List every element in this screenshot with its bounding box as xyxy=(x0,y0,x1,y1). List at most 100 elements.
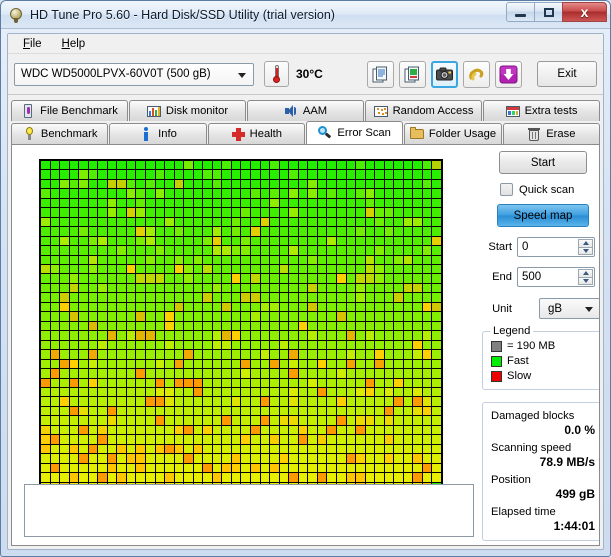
block-map-cell xyxy=(260,444,270,454)
block-map-cell xyxy=(356,350,365,359)
block-map-cell xyxy=(260,340,270,350)
block-map-cell xyxy=(422,359,432,369)
block-map-cell xyxy=(50,274,60,283)
block-map-cell xyxy=(270,302,279,312)
block-map-cell xyxy=(126,189,136,198)
close-button[interactable]: x xyxy=(562,2,607,22)
block-map-cell xyxy=(260,170,270,179)
block-map-cell xyxy=(422,425,432,435)
tab-folder-usage[interactable]: Folder Usage xyxy=(404,123,502,144)
end-spinner[interactable]: 500 xyxy=(517,267,595,287)
block-map-cell xyxy=(193,444,203,454)
log-output-box[interactable] xyxy=(24,484,474,537)
block-map-cell xyxy=(203,170,212,179)
block-map-cell xyxy=(346,274,356,283)
block-map-cell xyxy=(203,387,212,397)
block-map-cell xyxy=(375,435,384,444)
tab-info[interactable]: Info xyxy=(109,123,207,144)
menu-item-file[interactable]: File xyxy=(13,36,52,52)
block-map-cell xyxy=(308,208,317,217)
tab-error-scan[interactable]: Error Scan xyxy=(305,121,404,144)
tab-erase[interactable]: Erase xyxy=(502,123,600,144)
copy-image-icon[interactable] xyxy=(399,60,426,88)
block-map-cell xyxy=(289,444,298,454)
start-spinner-buttons[interactable] xyxy=(578,239,593,255)
block-map-cell xyxy=(136,246,146,255)
block-map-cell xyxy=(146,435,155,444)
start-spinner[interactable]: 0 xyxy=(517,237,595,257)
exit-button[interactable]: Exit xyxy=(537,61,597,87)
block-map-cell xyxy=(356,369,365,378)
block-map-cell xyxy=(203,236,212,246)
restore-button[interactable] xyxy=(534,2,563,22)
block-map-cell xyxy=(155,217,165,227)
tab-benchmark[interactable]: Benchmark xyxy=(11,123,109,144)
tab-file-benchmark[interactable]: File Benchmark xyxy=(11,100,128,121)
block-map-cell xyxy=(126,359,136,369)
menu-item-help[interactable]: Help xyxy=(52,36,96,52)
thermometer-icon xyxy=(273,65,280,83)
copy-text-icon[interactable] xyxy=(367,60,394,88)
block-map-cell xyxy=(336,179,346,189)
drive-select[interactable]: WDC WD5000LPVX-60V0T (500 gB) xyxy=(14,62,254,86)
tab-aam[interactable]: AAM xyxy=(247,100,364,121)
block-map-cell xyxy=(222,274,231,283)
spin-down-icon[interactable] xyxy=(578,276,593,285)
block-map-cell xyxy=(394,369,403,378)
block-map-cell xyxy=(136,416,146,425)
speed-map-button[interactable]: Speed map xyxy=(497,204,589,227)
block-map-cell xyxy=(298,406,308,416)
block-map-cell xyxy=(403,463,413,473)
block-map-cell xyxy=(432,454,441,463)
tab-random-access[interactable]: Random Access xyxy=(365,100,482,121)
tab-label: Folder Usage xyxy=(428,128,497,140)
block-map-cell xyxy=(88,444,98,454)
block-map-cell xyxy=(222,378,231,387)
quick-scan-checkbox[interactable]: Quick scan xyxy=(500,183,599,196)
block-map-cell xyxy=(403,265,413,274)
screenshot-camera-icon[interactable] xyxy=(431,60,458,88)
clipboard-pin-icon[interactable] xyxy=(463,60,490,88)
unit-select[interactable]: gB xyxy=(539,298,599,319)
block-map-cell xyxy=(413,312,422,321)
block-map-cell xyxy=(432,236,441,246)
block-map-cell xyxy=(317,208,327,217)
block-map-grid[interactable] xyxy=(39,159,443,493)
block-map-cell xyxy=(336,435,346,444)
block-map-cell xyxy=(155,359,165,369)
start-scan-label: Start xyxy=(530,156,556,169)
block-map-cell xyxy=(222,321,231,331)
block-map-cell xyxy=(231,425,241,435)
block-map-cell xyxy=(403,198,413,208)
end-spinner-buttons[interactable] xyxy=(578,269,593,285)
block-map-cell xyxy=(356,236,365,246)
block-map-cell xyxy=(193,473,203,482)
minimize-button[interactable] xyxy=(506,2,535,22)
block-map-cell xyxy=(69,416,79,425)
block-map-cell xyxy=(98,397,107,406)
block-map-cell xyxy=(260,246,270,255)
block-map-cell xyxy=(136,189,146,198)
block-map-cell xyxy=(384,161,394,170)
tab-disk-monitor[interactable]: Disk monitor xyxy=(129,100,246,121)
block-map-cell xyxy=(231,293,241,302)
block-map-cell xyxy=(126,321,136,331)
start-scan-button[interactable]: Start xyxy=(499,151,587,174)
block-map-cell xyxy=(231,246,241,255)
erase-trash-icon xyxy=(527,127,541,141)
block-map[interactable] xyxy=(39,159,443,493)
damaged-blocks-value: 0.0 % xyxy=(564,423,595,437)
tab-extra-tests[interactable]: Extra tests xyxy=(483,100,600,121)
block-map-cell xyxy=(117,369,126,378)
block-map-cell xyxy=(107,369,117,378)
block-map-cell xyxy=(165,189,174,198)
download-arrow-icon[interactable] xyxy=(495,60,522,88)
tab-health[interactable]: Health xyxy=(207,123,305,144)
block-map-cell xyxy=(317,350,327,359)
block-map-cell xyxy=(336,312,346,321)
block-map-cell xyxy=(308,359,317,369)
block-map-cell xyxy=(432,340,441,350)
temperature-button[interactable] xyxy=(264,61,289,87)
spin-down-icon[interactable] xyxy=(578,246,593,255)
block-map-cell xyxy=(231,359,241,369)
